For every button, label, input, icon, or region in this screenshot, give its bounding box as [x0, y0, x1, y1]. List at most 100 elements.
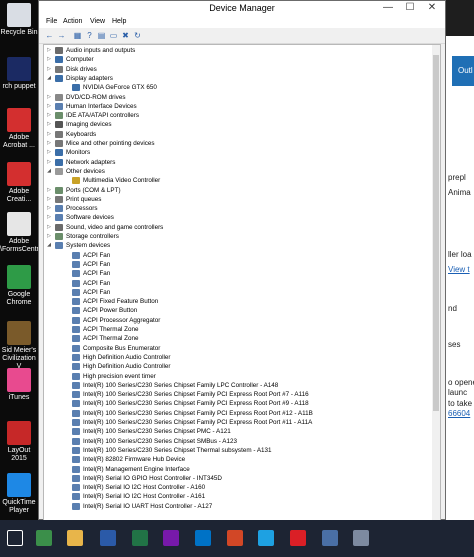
device-icon: [55, 56, 63, 64]
device-icon: [72, 446, 80, 454]
desktop-icon-9[interactable]: QuickTime Player: [0, 473, 38, 515]
desktop-icon-label: QuickTime Player: [2, 499, 36, 514]
tree-item-label: NVIDIA GeForce GTX 650: [83, 84, 157, 92]
expand-arrow-icon[interactable]: ▷: [46, 232, 52, 241]
expand-arrow-icon[interactable]: ▷: [46, 195, 52, 204]
desktop-icon-label: Recycle Bin: [0, 29, 38, 36]
expand-arrow-icon[interactable]: ▷: [46, 93, 52, 102]
desktop-icon-label: LayOut 2015: [7, 447, 31, 462]
device-manager-icon[interactable]: [348, 524, 374, 552]
tree-item-label: Intel(R) 100 Series/C230 Series Chipset …: [83, 409, 313, 417]
outlook-icon[interactable]: [190, 524, 216, 552]
device-icon: [72, 502, 80, 510]
device-icon: [72, 437, 80, 445]
device-tree[interactable]: ▷ Audio inputs and outputs ▷ Computer ▷ Disk …: [43, 44, 441, 521]
background-text[interactable]: View t: [448, 265, 470, 274]
background-text: launc: [448, 388, 468, 397]
uninstall-icon[interactable]: ✖: [121, 31, 130, 40]
expand-arrow-icon[interactable]: ▷: [46, 158, 52, 167]
driver-icon[interactable]: ▤: [97, 31, 106, 40]
device-icon: [55, 195, 63, 203]
background-text: ller loa: [448, 250, 472, 259]
desktop-icon-label: iTunes: [8, 394, 30, 401]
device-icon: [72, 363, 80, 371]
device-icon: [72, 474, 80, 482]
expand-arrow-icon[interactable]: ▷: [46, 65, 52, 74]
expand-arrow-icon[interactable]: ▷: [46, 102, 52, 111]
desktop-app-icon: [7, 473, 31, 497]
menu-view[interactable]: View: [90, 18, 105, 25]
expand-arrow-icon[interactable]: ▷: [46, 223, 52, 232]
menu-file[interactable]: File: [46, 18, 57, 25]
background-text: to take: [448, 399, 473, 408]
device-manager-window[interactable]: Device Manager — ☐ ✕ File Action View He…: [38, 0, 446, 521]
tree-item-label: Software devices: [66, 214, 114, 222]
tree-item-label: Intel(R) Management Engine Interface: [83, 465, 190, 473]
expand-arrow-icon[interactable]: ▷: [46, 204, 52, 213]
desktop-icon-5[interactable]: Google Chrome: [0, 265, 38, 307]
forward-icon[interactable]: →: [57, 31, 66, 40]
device-icon: [55, 65, 63, 73]
media-icon[interactable]: [317, 524, 343, 552]
collapse-arrow-icon[interactable]: ◢: [46, 74, 52, 83]
tree-item-label: Intel(R) 100 Series/C230 Series Chipset …: [83, 381, 279, 389]
scrollbar-thumb[interactable]: [433, 55, 439, 411]
background-text: prepl: [448, 173, 466, 182]
expand-arrow-icon[interactable]: ▷: [46, 130, 52, 139]
device-icon: [55, 205, 63, 213]
monitor-icon[interactable]: ▭: [109, 31, 118, 40]
tree-item-label: High Definition Audio Controller: [83, 353, 171, 361]
title-bar[interactable]: Device Manager — ☐ ✕: [39, 1, 445, 16]
file-explorer-icon[interactable]: [62, 524, 88, 552]
desktop-icon-1[interactable]: rch puppet: [0, 57, 38, 91]
powerpoint-icon[interactable]: [222, 524, 248, 552]
desktop-icon-2[interactable]: Adobe Acrobat ...: [0, 108, 38, 150]
expand-arrow-icon[interactable]: ▷: [46, 120, 52, 129]
onenote-icon[interactable]: [158, 524, 184, 552]
expand-arrow-icon[interactable]: ▷: [46, 46, 52, 55]
background-window[interactable]: Outl prepl Anima ller loa View t nd ses o opene…: [446, 0, 474, 520]
tree-item-label: Intel(R) 100 Series/C230 Series Chipset …: [83, 400, 309, 408]
taskbar-glyph: [353, 530, 369, 546]
device-icon: [72, 372, 80, 380]
desktop-icon-4[interactable]: Adobe \FormsCentral: [0, 212, 44, 254]
minimize-button[interactable]: —: [377, 1, 399, 15]
expand-arrow-icon[interactable]: ▷: [46, 139, 52, 148]
desktop-icon-3[interactable]: Adobe Creati...: [0, 162, 38, 204]
close-button[interactable]: ✕: [421, 1, 443, 15]
desktop-icon-8[interactable]: LayOut 2015: [0, 421, 38, 463]
tree-item-label: Intel(R) Serial IO I2C Host Controller -…: [83, 484, 206, 492]
menu-help[interactable]: Help: [112, 18, 126, 25]
internet-explorer-icon[interactable]: [253, 524, 279, 552]
help-icon[interactable]: ?: [85, 31, 94, 40]
device-icon: [72, 381, 80, 389]
device-icon: [72, 251, 80, 259]
background-text[interactable]: 66604: [448, 409, 470, 418]
expand-arrow-icon[interactable]: ▷: [46, 186, 52, 195]
creative-cloud-icon[interactable]: [285, 524, 311, 552]
desktop-icon-7[interactable]: iTunes: [0, 368, 38, 402]
collapse-arrow-icon[interactable]: ◢: [46, 167, 52, 176]
start-icon[interactable]: [2, 524, 28, 552]
tree-item-label: Audio inputs and outputs: [66, 47, 136, 54]
expand-arrow-icon[interactable]: ▷: [46, 55, 52, 64]
maximize-button[interactable]: ☐: [399, 1, 421, 15]
desktop-app-icon: [7, 212, 31, 236]
background-window-header: [446, 0, 474, 36]
properties-icon[interactable]: ▦: [73, 31, 82, 40]
vertical-scrollbar[interactable]: [432, 45, 440, 520]
menu-action[interactable]: Action: [63, 18, 82, 25]
excel-icon[interactable]: [127, 524, 153, 552]
expand-arrow-icon[interactable]: ▷: [46, 213, 52, 222]
tree-item-label: ACPI Fixed Feature Button: [83, 298, 159, 306]
window-manager-icon[interactable]: [95, 524, 121, 552]
desktop-icon-6[interactable]: Sid Meier's Civilization V: [0, 321, 38, 371]
tree-item-label: High precision event timer: [83, 372, 156, 380]
expand-arrow-icon[interactable]: ▷: [46, 111, 52, 120]
desktop-icon-0[interactable]: Recycle Bin: [0, 3, 38, 37]
expand-arrow-icon[interactable]: ▷: [46, 148, 52, 157]
back-icon[interactable]: ←: [45, 31, 54, 40]
chrome-icon[interactable]: [31, 524, 57, 552]
scan-icon[interactable]: ↻: [133, 31, 142, 40]
collapse-arrow-icon[interactable]: ◢: [46, 241, 52, 250]
